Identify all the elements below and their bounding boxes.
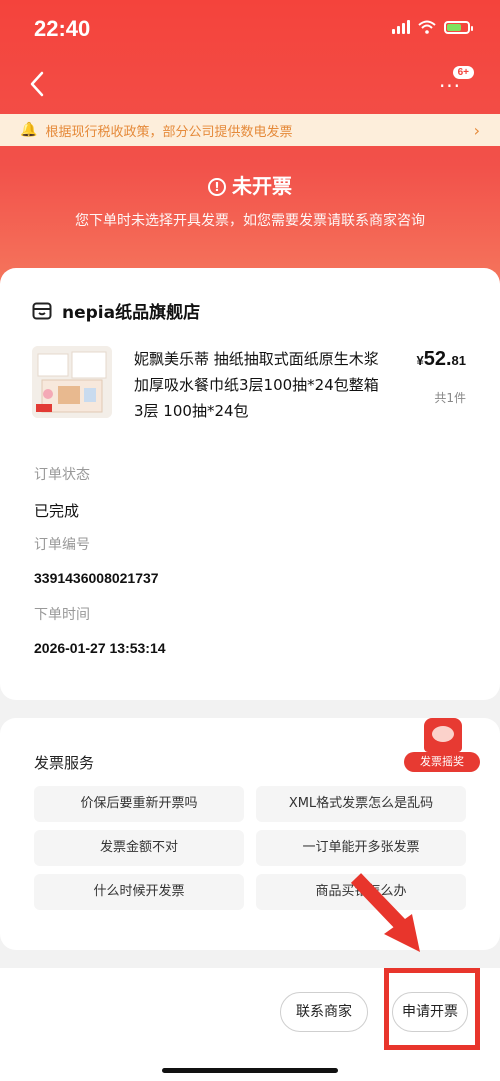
- status-time: 22:40: [34, 16, 91, 41]
- bottom-action-bar: 联系商家 申请开票: [0, 968, 500, 1081]
- price-symbol: ¥: [416, 353, 424, 368]
- order-number-value[interactable]: 3391436008021737: [34, 570, 159, 586]
- tissue-box-image: [32, 346, 112, 418]
- faq-chip[interactable]: 价保后要重新开票吗: [34, 786, 244, 822]
- tax-notice-text: 根据现行税收政策，部分公司提供数电发票: [45, 124, 293, 140]
- info-icon: !: [208, 178, 226, 196]
- chevron-left-icon: [30, 71, 44, 97]
- signal-icon: [392, 20, 410, 34]
- faq-chip[interactable]: 发票金额不对: [34, 830, 244, 866]
- tax-notice-bar[interactable]: 🔔 根据现行税收政策，部分公司提供数电发票 ›: [0, 114, 500, 146]
- home-indicator: [162, 1068, 338, 1073]
- store-icon: [32, 302, 52, 319]
- back-button[interactable]: [26, 70, 50, 98]
- order-time-value: 2026-01-27 13:53:14: [34, 640, 166, 656]
- wifi-icon: [418, 20, 436, 34]
- bell-icon: 🔔: [20, 122, 38, 138]
- invoice-status: ! 未开票: [0, 170, 500, 199]
- order-card: nepia纸品旗舰店 妮飘美乐蒂 抽纸抽取式面纸原生木浆加厚吸水餐巾纸3层100…: [0, 268, 500, 700]
- store-row[interactable]: nepia纸品旗舰店: [32, 298, 200, 323]
- faq-chip[interactable]: XML格式发票怎么是乱码: [256, 786, 466, 822]
- product-image[interactable]: [32, 346, 112, 418]
- price-integer: 52.: [423, 348, 452, 370]
- product-title[interactable]: 妮飘美乐蒂 抽纸抽取式面纸原生木浆加厚吸水餐巾纸3层100抽*24包整箱 3层 …: [134, 346, 384, 424]
- invoice-subtitle: 您下单时未选择开具发票，如您需要发票请联系商家咨询: [75, 213, 425, 229]
- battery-icon: [444, 20, 473, 34]
- pointer-arrow-icon: [350, 873, 420, 952]
- order-status-label: 订单状态: [34, 467, 90, 483]
- status-bar: 22:40: [0, 0, 500, 60]
- faq-chip[interactable]: 一订单能开多张发票: [256, 830, 466, 866]
- more-button[interactable]: ···: [436, 76, 464, 96]
- store-name: nepia纸品旗舰店: [62, 303, 201, 323]
- order-number-label: 订单编号: [34, 537, 90, 553]
- faq-chip[interactable]: 什么时候开发票: [34, 874, 244, 910]
- price-decimal: 81: [451, 353, 466, 368]
- apply-invoice-highlight: [384, 968, 480, 1050]
- chevron-right-icon: ›: [473, 120, 480, 140]
- order-status-value: 已完成: [34, 502, 80, 520]
- contact-seller-button[interactable]: 联系商家: [280, 992, 368, 1032]
- message-badge: 6+: [452, 66, 474, 79]
- product-price: ¥52.81: [416, 348, 466, 371]
- gift-box-icon: [424, 718, 462, 752]
- status-icons: [392, 20, 473, 34]
- product-quantity: 共1件: [434, 391, 466, 405]
- invoice-service-title: 发票服务: [34, 754, 95, 772]
- invoice-status-text: 未开票: [232, 174, 292, 198]
- invoice-lottery[interactable]: 发票摇奖: [404, 718, 480, 776]
- order-time-label: 下单时间: [34, 607, 90, 623]
- invoice-lottery-button[interactable]: 发票摇奖: [404, 752, 480, 772]
